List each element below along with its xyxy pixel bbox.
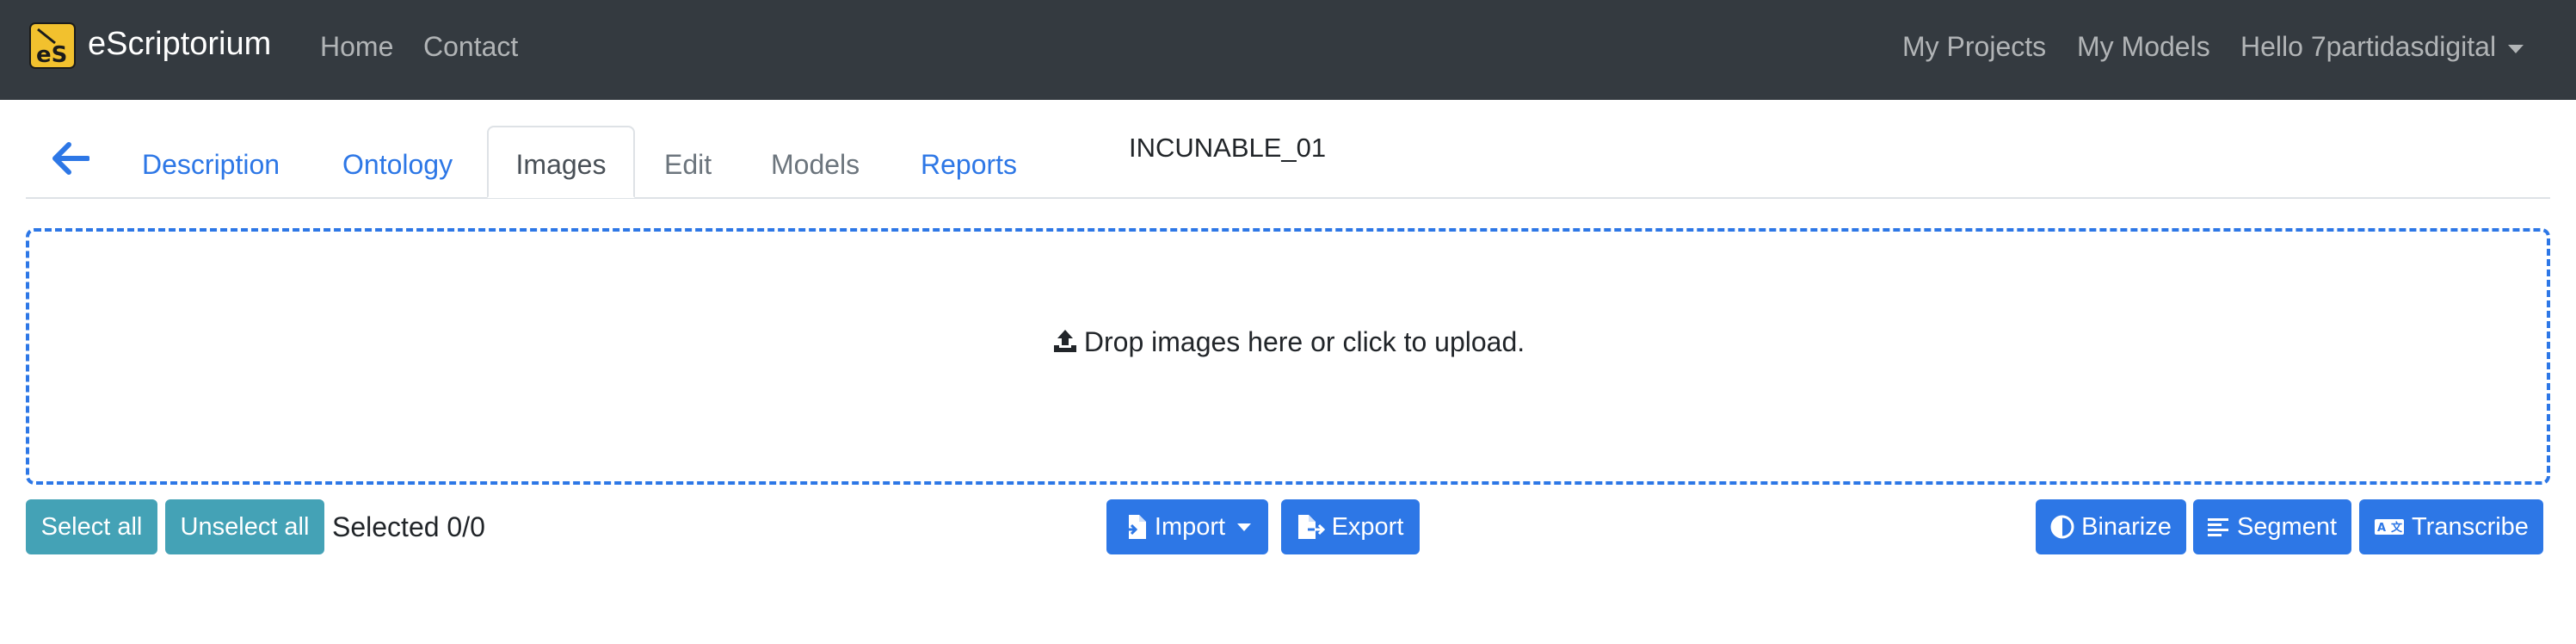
top-navbar: eS eScriptorium Home Contact My Projects… [0, 0, 2576, 100]
binarize-label: Binarize [2081, 512, 2172, 541]
unselect-all-label: Unselect all [180, 512, 310, 541]
escriptorium-logo-icon[interactable]: eS [29, 22, 76, 69]
import-dropdown-button[interactable]: Import [1106, 499, 1268, 554]
align-left-icon [2207, 518, 2228, 536]
user-menu-dropdown[interactable]: Hello 7partidasdigital [2240, 31, 2524, 63]
language-translate-icon: A 文 [2375, 519, 2405, 535]
select-all-button[interactable]: Select all [26, 499, 157, 554]
nav-link-my-projects[interactable]: My Projects [1902, 31, 2046, 63]
tab-edit[interactable]: Edit [664, 149, 712, 181]
dropzone-message: Drop images here or click to upload. [29, 326, 2547, 358]
brand-name[interactable]: eScriptorium [88, 26, 271, 63]
segment-button[interactable]: Segment [2193, 499, 2351, 554]
svg-text:A: A [2377, 522, 2386, 535]
nav-link-home[interactable]: Home [320, 31, 393, 63]
chevron-down-icon [2508, 44, 2524, 53]
segment-label: Segment [2236, 512, 2338, 541]
dropzone-text: Drop images here or click to upload. [1083, 326, 1525, 357]
export-button[interactable]: Export [1281, 499, 1420, 554]
binarize-button[interactable]: Binarize [2036, 499, 2186, 554]
half-circle-contrast-icon [2050, 515, 2074, 539]
svg-text:文: 文 [2391, 521, 2403, 535]
nav-link-contact[interactable]: Contact [423, 31, 518, 63]
file-import-icon [1123, 515, 1146, 539]
tabs-divider [26, 197, 2550, 199]
selected-count: Selected 0/0 [332, 511, 485, 542]
select-all-label: Select all [40, 512, 143, 541]
tab-ontology[interactable]: Ontology [342, 149, 453, 181]
import-label: Import [1154, 512, 1226, 541]
chevron-down-icon [1237, 523, 1252, 531]
tab-description[interactable]: Description [142, 149, 280, 181]
export-label: Export [1331, 512, 1404, 541]
user-greeting: Hello 7partidasdigital [2240, 31, 2497, 62]
tab-reports[interactable]: Reports [921, 149, 1017, 181]
upload-icon [1053, 330, 1076, 352]
svg-text:eS: eS [36, 42, 67, 68]
tab-images[interactable]: Images [487, 126, 635, 198]
tab-images-label: Images [515, 149, 607, 180]
image-upload-dropzone[interactable]: Drop images here or click to upload. [26, 228, 2550, 485]
tab-models[interactable]: Models [771, 149, 860, 181]
transcribe-label: Transcribe [2412, 512, 2529, 541]
transcribe-button[interactable]: A 文 Transcribe [2359, 499, 2543, 554]
unselect-all-button[interactable]: Unselect all [165, 499, 324, 554]
back-arrow-icon[interactable] [50, 141, 89, 176]
document-title: INCUNABLE_01 [1129, 133, 1327, 163]
nav-link-my-models[interactable]: My Models [2077, 31, 2210, 63]
file-export-icon [1297, 515, 1325, 539]
